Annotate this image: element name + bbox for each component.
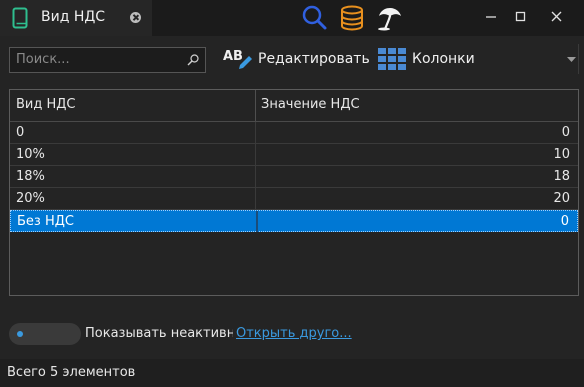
table-row[interactable]: 10% 10 (10, 144, 578, 166)
columns-grid-icon (378, 48, 406, 70)
maximize-icon[interactable] (504, 0, 538, 34)
table-row-selected[interactable]: Без НДС 0 (10, 210, 578, 232)
toolbar-overflow-icon[interactable] (567, 57, 576, 62)
cell-divider (255, 188, 256, 209)
status-text: Всего 5 элементов (7, 365, 136, 380)
table-row[interactable]: 18% 18 (10, 166, 578, 188)
cell-vat-value: 18 (553, 169, 570, 184)
status-bar: Всего 5 элементов (0, 359, 584, 387)
columns-label: Колонки (412, 51, 475, 67)
table-row[interactable]: 20% 20 (10, 188, 578, 210)
cell-vat-value: 20 (553, 191, 570, 206)
edit-label: Редактировать (258, 51, 370, 67)
cell-divider (255, 166, 256, 187)
columns-button[interactable]: Колонки (376, 44, 476, 74)
cell-divider (255, 122, 256, 143)
book-icon (12, 7, 28, 29)
show-inactive-label: Показывать неактивные (85, 326, 233, 341)
column-header-vat-type[interactable]: Вид НДС (16, 90, 76, 121)
svg-text:AB: AB (223, 49, 243, 64)
cell-vat-type: 20% (16, 191, 45, 206)
column-divider[interactable] (255, 90, 256, 121)
search-box[interactable]: Поиск... (9, 47, 206, 73)
minimize-icon[interactable] (474, 0, 508, 34)
cell-vat-value: 10 (553, 147, 570, 162)
search-input[interactable]: Поиск... (16, 52, 70, 67)
document-tab[interactable]: Вид НДС (0, 0, 152, 36)
edit-text-icon: AB (223, 49, 252, 69)
search-input-icon[interactable] (186, 53, 200, 67)
toggle-knob (17, 331, 23, 337)
close-window-icon[interactable] (540, 0, 574, 34)
cell-divider (256, 211, 258, 232)
cell-vat-type: Без НДС (17, 214, 74, 229)
cell-vat-type: 0 (16, 125, 25, 140)
search-icon[interactable] (300, 4, 328, 32)
column-header-vat-value[interactable]: Значение НДС (261, 90, 360, 121)
show-inactive-toggle[interactable] (9, 323, 81, 345)
open-other-link[interactable]: Открыть друго... (236, 326, 352, 341)
database-icon[interactable] (338, 4, 366, 32)
palm-tree-icon[interactable] (376, 4, 404, 32)
cell-vat-type: 18% (16, 169, 45, 184)
cell-vat-value: 0 (560, 214, 569, 229)
close-tab-icon[interactable] (130, 12, 141, 23)
grid-rows: 0 0 10% 10 18% 18 20% 20 Без НДС 0 (10, 122, 578, 232)
table-row[interactable]: 0 0 (10, 122, 578, 144)
vat-grid[interactable]: Вид НДС Значение НДС 0 0 10% 10 18% 18 2… (9, 89, 579, 296)
cell-vat-value: 0 (561, 125, 570, 140)
toolbar-separator (578, 44, 579, 74)
grid-header: Вид НДС Значение НДС (10, 90, 578, 122)
tab-title: Вид НДС (41, 9, 106, 25)
cell-divider (255, 144, 256, 165)
title-bar: Вид НДС (0, 0, 584, 36)
edit-button[interactable]: AB Редактировать (222, 44, 370, 74)
cell-vat-type: 10% (16, 147, 45, 162)
